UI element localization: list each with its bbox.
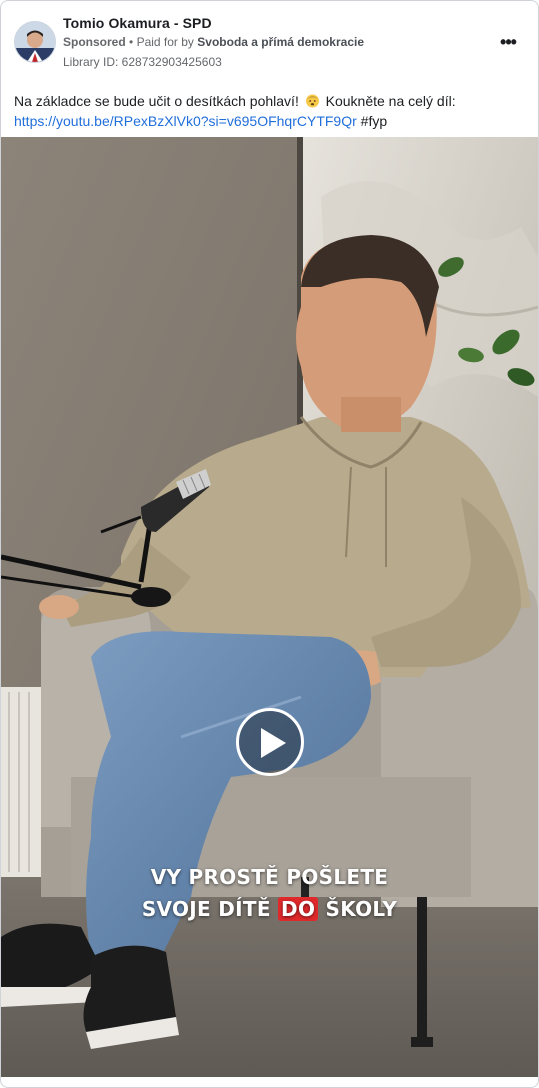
- sponsored-meta: Sponsored • Paid for by Svoboda a přímá …: [63, 35, 364, 49]
- caption-line2-after: ŠKOLY: [325, 897, 398, 921]
- post-text-part2: Koukněte na celý díl:: [325, 93, 456, 109]
- more-options-icon: •••: [500, 32, 517, 52]
- ad-card: Tomio Okamura - SPD Sponsored • Paid for…: [0, 0, 539, 1088]
- post-text-part1: Na základce se bude učit o desítkách poh…: [14, 93, 299, 109]
- youtube-link[interactable]: https://youtu.be/RPexBzXlVk0?si=v695OFhq…: [14, 113, 357, 129]
- caption-line2-before: SVOJE DÍTĚ: [141, 897, 271, 921]
- post-text: Na základce se bude učit o desítkách poh…: [14, 91, 529, 131]
- play-icon: [261, 728, 286, 758]
- more-options-button[interactable]: •••: [495, 29, 521, 55]
- meta-separator: •: [129, 35, 134, 49]
- video-frame: [1, 137, 538, 1077]
- face-emoji-icon: [305, 93, 320, 108]
- avatar-image: [15, 22, 55, 62]
- hashtag-fyp[interactable]: #fyp: [361, 113, 387, 129]
- author-avatar[interactable]: [14, 21, 56, 63]
- caption-highlight: DO: [278, 897, 319, 921]
- video-caption-line1: VY PROSTĚ POŠLETE: [150, 865, 389, 889]
- video-caption-line2: SVOJE DÍTĚ DO ŠKOLY: [1, 897, 538, 921]
- play-button[interactable]: [236, 708, 304, 776]
- library-id: Library ID: 628732903425603: [63, 55, 222, 69]
- author-name[interactable]: Tomio Okamura - SPD: [63, 15, 212, 31]
- payer-name: Svoboda a přímá demokracie: [197, 35, 365, 49]
- post-header: Tomio Okamura - SPD Sponsored • Paid for…: [1, 1, 538, 81]
- sponsored-label: Sponsored: [63, 35, 126, 49]
- video-player[interactable]: VY PROSTĚ POŠLETE SVOJE DÍTĚ DO ŠKOLY: [1, 137, 538, 1077]
- paid-for-prefix: Paid for by: [136, 35, 194, 49]
